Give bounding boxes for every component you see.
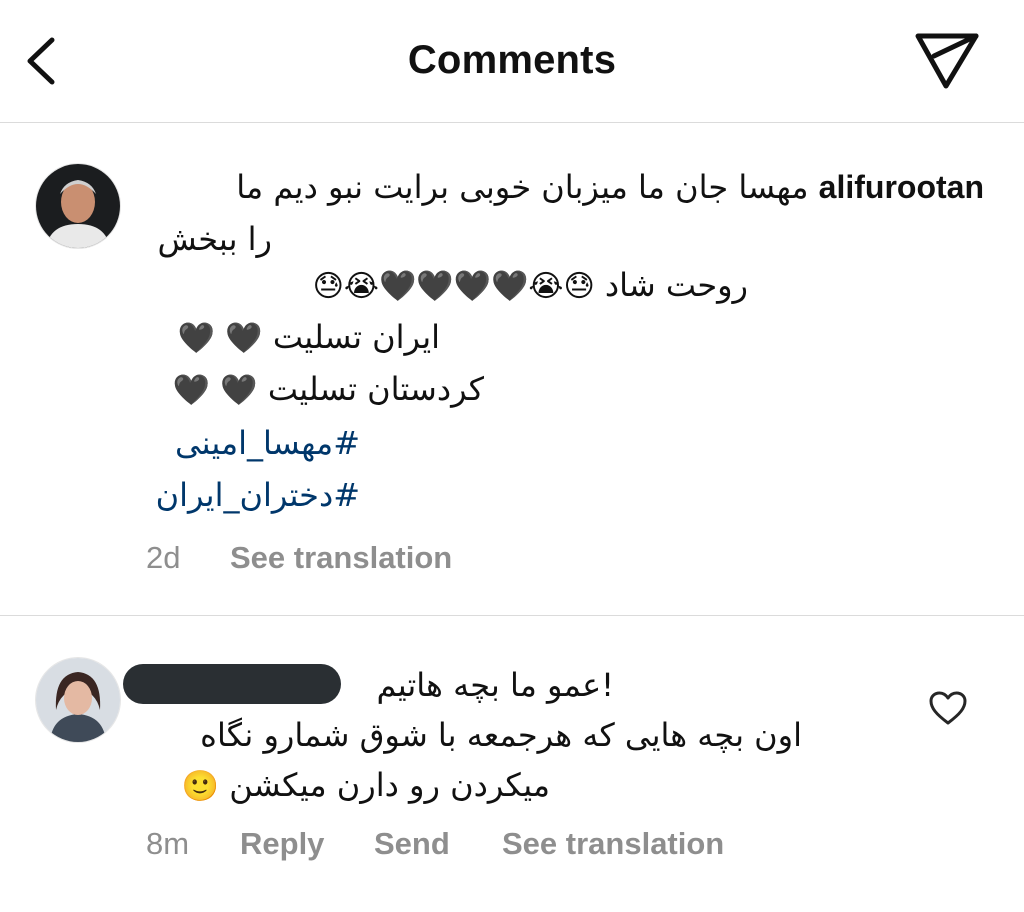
comment-text: کردستان تسلیت: [267, 370, 484, 408]
comments-header: Comments: [0, 0, 1024, 123]
reply-button[interactable]: Reply: [240, 826, 324, 862]
emoji-group: 🖤: [172, 373, 211, 408]
comment-text: مهسا جان ما میزبان خوبی برایت نبو دیم ما: [236, 168, 809, 206]
emoji-group: 😓😭🖤🖤🖤🖤😭😓: [312, 269, 595, 304]
comment-line: کردستان تسلیت 🖤 🖤: [173, 370, 484, 408]
avatar[interactable]: [35, 163, 121, 249]
see-translation-button[interactable]: See translation: [502, 826, 724, 862]
comment-line: alifurootan مهسا جان ما میزبان خوبی برای…: [236, 168, 984, 206]
emoji-group: 🖤: [220, 373, 258, 408]
comment-line: میکردن رو دارن میکشن 🙂: [182, 766, 550, 804]
comment-text: ایران تسلیت: [272, 318, 440, 356]
heart-outline-icon: [929, 691, 967, 725]
avatar[interactable]: [35, 657, 121, 743]
comment-line: ایران تسلیت 🖤 🖤: [178, 318, 440, 356]
emoji-group: 🖤: [225, 321, 263, 356]
comment-timestamp: 8m: [146, 826, 190, 861]
hashtag-link[interactable]: #دختران_ایران: [156, 476, 360, 514]
comment-line: را ببخش: [157, 220, 272, 258]
emoji-group: 🖤: [177, 321, 216, 356]
see-translation-button[interactable]: See translation: [230, 540, 452, 576]
comment-line: اون بچه هایی که هرجمعه با شوق شمارو نگاه: [200, 716, 802, 754]
redacted-username: [123, 664, 341, 704]
send-button[interactable]: Send: [374, 826, 450, 862]
emoji-group: 🙂: [181, 769, 220, 804]
comment-line: !عمو ما بچه هاتیم: [376, 666, 614, 704]
hashtag-link[interactable]: #مهسا_امینی: [175, 424, 360, 462]
like-button[interactable]: [928, 690, 968, 726]
comment-divider: [0, 615, 1024, 616]
paper-plane-icon: [915, 33, 979, 89]
comment-text: میکردن رو دارن میکشن: [229, 766, 550, 804]
comment-line: روحت شاد 😓😭🖤🖤🖤🖤😭😓: [313, 266, 748, 304]
share-button[interactable]: [912, 30, 982, 92]
comment-username[interactable]: alifurootan: [819, 169, 984, 205]
comment-timestamp: 2d: [146, 540, 181, 575]
comment-text: روحت شاد: [604, 266, 748, 304]
page-title: Comments: [407, 38, 617, 82]
